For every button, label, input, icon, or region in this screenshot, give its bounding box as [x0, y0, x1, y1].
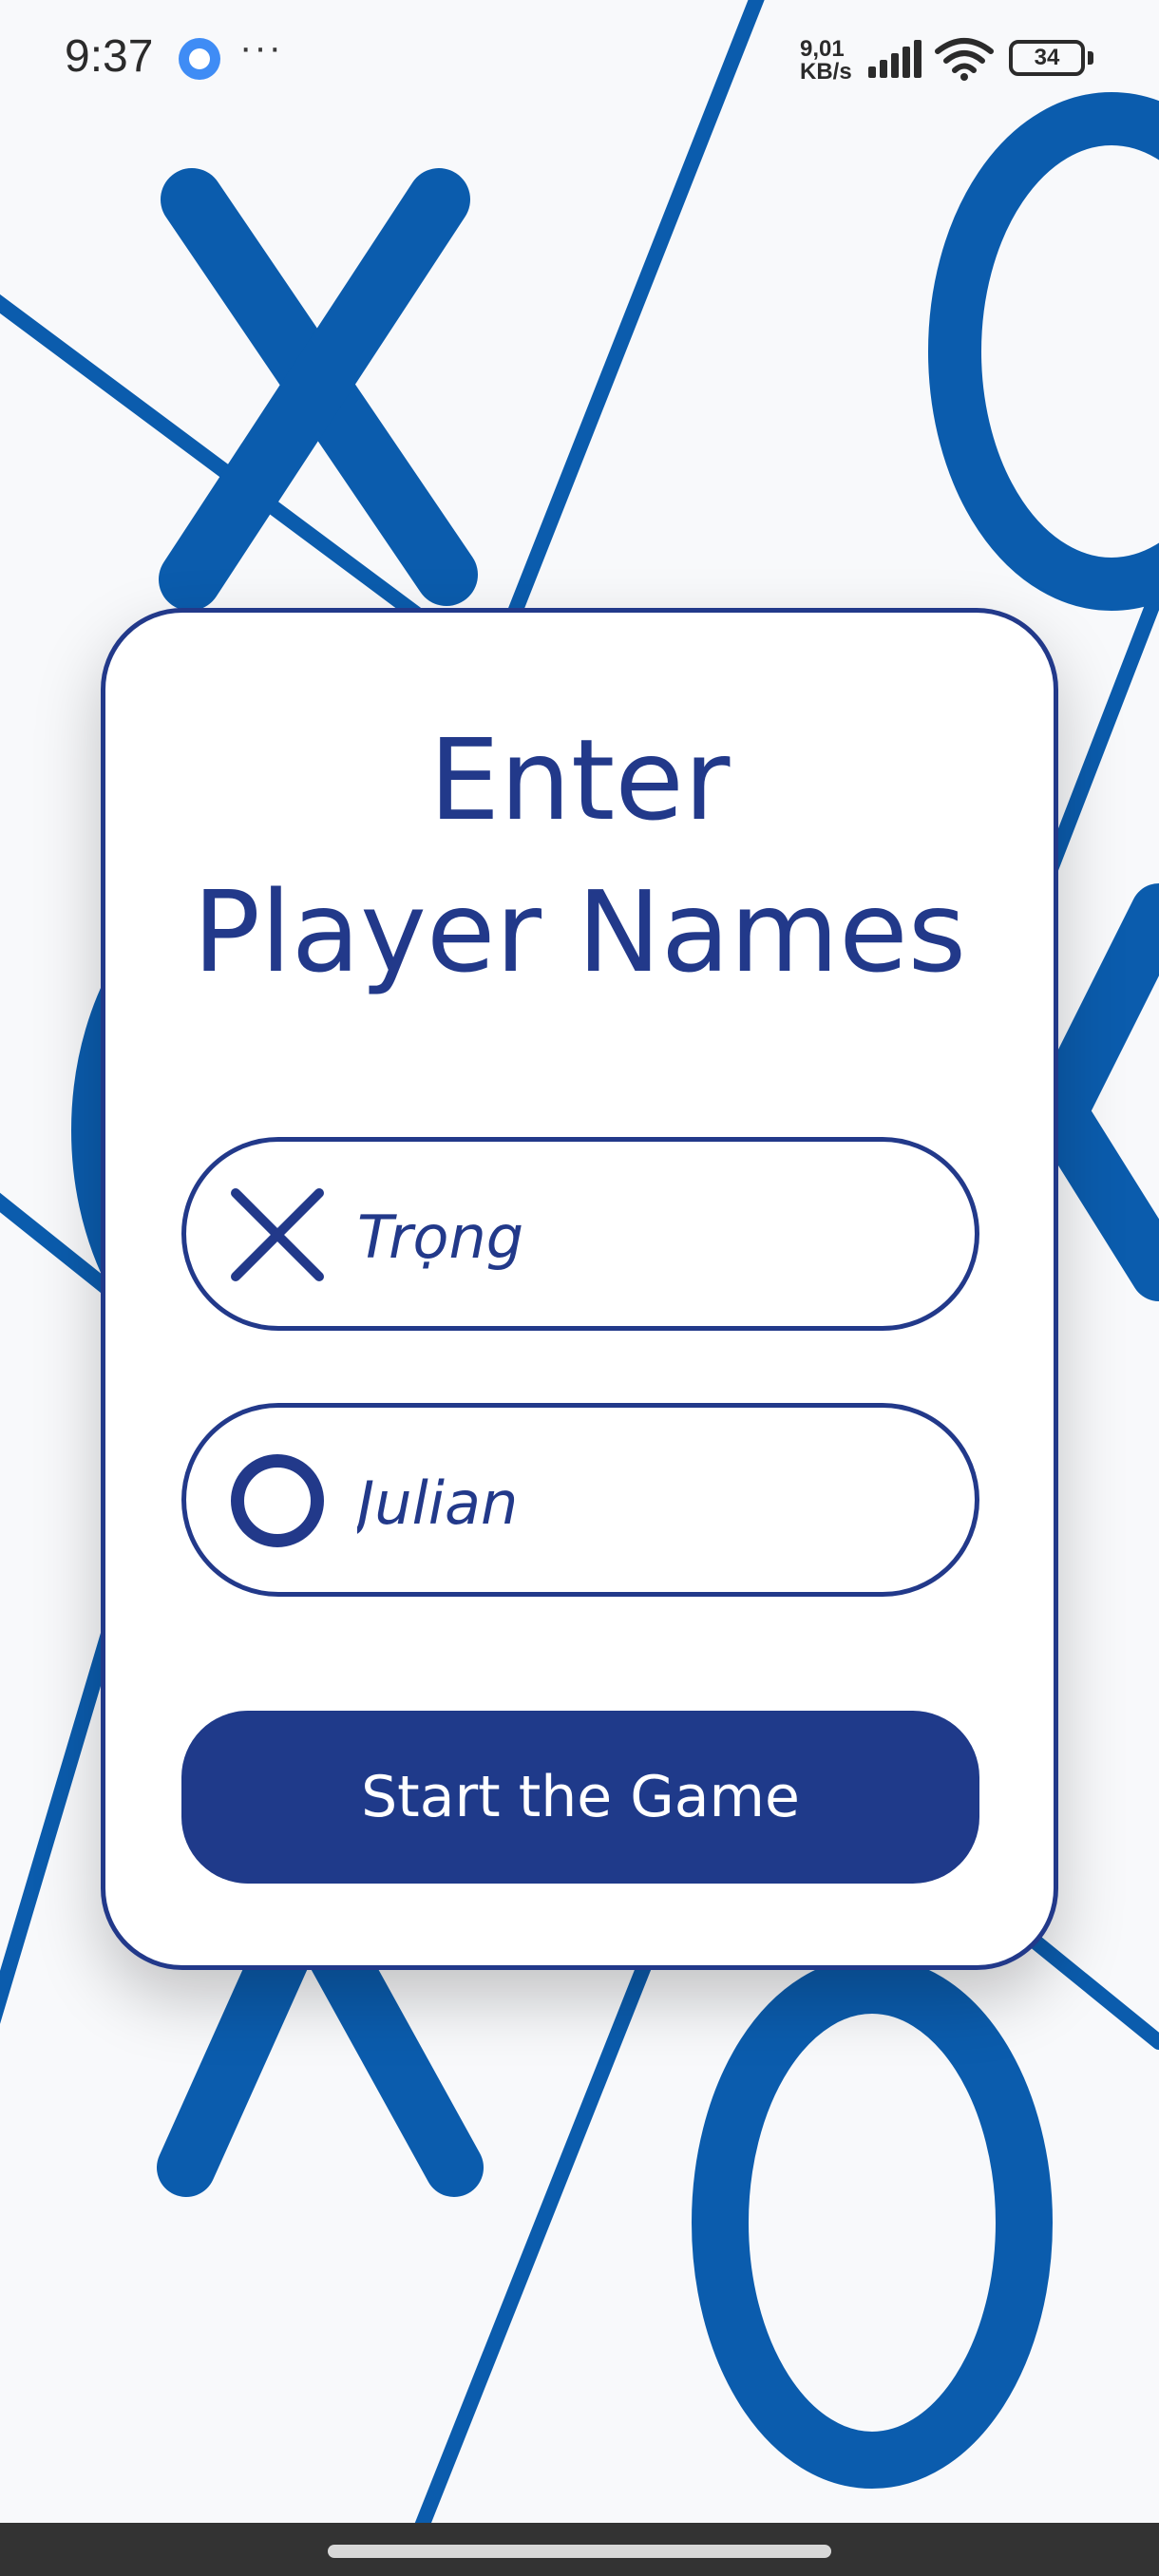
status-time: 9:37	[65, 31, 154, 82]
wifi-icon	[935, 38, 994, 81]
cellular-signal-icon	[868, 40, 922, 78]
o-mark	[692, 1957, 1053, 2489]
network-speed-unit: KB/s	[800, 59, 852, 85]
o-mark	[928, 92, 1159, 611]
more-notifications-icon: ···	[239, 27, 283, 68]
x-mark	[303, 1918, 484, 2197]
card-title-line1: Enter	[428, 714, 731, 845]
home-gesture-handle[interactable]	[328, 2545, 831, 2558]
player-o-name-input[interactable]	[357, 1455, 927, 1550]
notification-app-icon	[179, 38, 220, 80]
player-x-name-input[interactable]	[357, 1189, 927, 1284]
grid-line	[0, 1607, 122, 2024]
grid-line	[393, 1930, 663, 2576]
battery-tip	[1088, 51, 1093, 65]
player-x-field[interactable]	[181, 1137, 979, 1331]
card-title-line2: Player Names	[192, 866, 967, 997]
battery-icon: 34	[1009, 40, 1085, 76]
o-icon	[231, 1454, 324, 1547]
x-mark	[1036, 1092, 1159, 1301]
network-speed: 9,01 KB/s	[800, 38, 857, 84]
player-names-card: Enter Player Names Start the Game	[101, 608, 1058, 1970]
x-mark	[1026, 883, 1159, 1149]
x-icon	[231, 1188, 324, 1281]
card-title: Enter Player Names	[105, 704, 1054, 1008]
player-o-field[interactable]	[181, 1403, 979, 1597]
status-bar: 9:37 ··· 9,01 KB/s 34	[0, 0, 1159, 123]
navigation-bar	[0, 2523, 1159, 2576]
network-speed-value: 9,01	[800, 36, 845, 62]
start-game-button[interactable]: Start the Game	[181, 1711, 979, 1884]
x-mark	[157, 1918, 314, 2197]
